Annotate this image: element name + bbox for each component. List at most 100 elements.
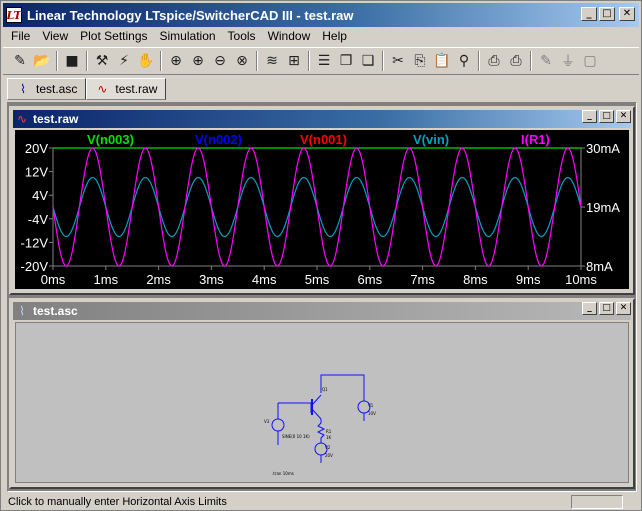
schematic-drawing[interactable]: Q1 R1 V1 V2 V3 .tran 10ms SINE(0 10 1K) …: [16, 323, 632, 486]
menu-bar: File View Plot Settings Simulation Tools…: [5, 28, 353, 46]
find-icon[interactable]: ⚲: [453, 50, 475, 72]
x-tick-label: 8ms: [463, 272, 488, 287]
schematic-window-title: test.asc: [33, 304, 78, 318]
minimize-button[interactable]: _: [582, 302, 597, 315]
y-right-tick-label: 30mA: [586, 141, 620, 156]
toolbar-separator: [256, 51, 258, 71]
schematic-label-q1: Q1: [322, 387, 328, 392]
close-button[interactable]: ✕: [619, 7, 635, 21]
run-icon[interactable]: ⚡: [113, 50, 135, 72]
trace-label-vn002[interactable]: V(n002): [195, 132, 242, 147]
waveform-window[interactable]: ∿ test.raw _ □ ✕ V(n003) V(n002) V(n001) V(…: [9, 106, 635, 295]
y-left-tick-label: -4V: [28, 212, 49, 227]
ground-icon[interactable]: ⏚: [557, 50, 579, 72]
x-tick-label: 3ms: [199, 272, 224, 287]
menu-simulation[interactable]: Simulation: [154, 28, 222, 46]
draw-wire-icon[interactable]: ✎: [535, 50, 557, 72]
waveform-icon: ∿: [97, 82, 108, 96]
maximize-button[interactable]: □: [599, 7, 615, 21]
status-text: Click to manually enter Horizontal Axis …: [8, 496, 227, 508]
new-schematic-icon[interactable]: ✎: [9, 50, 31, 72]
ltspice-window: LT Linear Technology LTspice/SwitcherCAD…: [0, 0, 642, 511]
zoom-in-icon[interactable]: ⊕: [187, 50, 209, 72]
toolbar-separator: [86, 51, 88, 71]
schematic-label-v3: V3: [264, 419, 270, 424]
copy-icon[interactable]: ⎘: [409, 50, 431, 72]
schematic-label-v2: V2: [325, 445, 331, 450]
title-bar[interactable]: LT Linear Technology LTspice/SwitcherCAD…: [3, 3, 639, 27]
close-button[interactable]: ✕: [616, 110, 631, 123]
component-icon[interactable]: ▢: [579, 50, 601, 72]
control-panel-icon[interactable]: ⚒: [91, 50, 113, 72]
menu-view[interactable]: View: [36, 28, 74, 46]
schematic-label-1k: 1K: [326, 435, 332, 440]
tab-test-asc[interactable]: ⌇ test.asc: [7, 78, 87, 100]
x-tick-label: 6ms: [358, 272, 383, 287]
document-tabs: ⌇ test.asc ∿ test.raw: [7, 78, 167, 100]
x-tick-label: 2ms: [146, 272, 171, 287]
x-tick-label: 1ms: [94, 272, 119, 287]
trace-label-ir1[interactable]: I(R1): [521, 132, 550, 147]
save-icon[interactable]: ■: [61, 50, 83, 72]
tab-label: test.raw: [115, 82, 158, 96]
schematic-window[interactable]: ⌇ test.asc _ □ ✕ Q1 R1 V1 V2 V3 .tran 10…: [9, 298, 635, 489]
y-left-tick-label: 20V: [25, 141, 48, 156]
toolbar-separator: [160, 51, 162, 71]
schematic-icon: ⌇: [20, 82, 26, 96]
window-title: Linear Technology LTspice/SwitcherCAD II…: [27, 7, 354, 23]
ltspice-app-icon[interactable]: LT: [6, 7, 22, 23]
menu-help[interactable]: Help: [316, 28, 353, 46]
trace-label-vn003[interactable]: V(n003): [87, 132, 134, 147]
close-all-icon[interactable]: ❏: [357, 50, 379, 72]
toolbar-separator: [530, 51, 532, 71]
zoom-out-icon[interactable]: ⊖: [209, 50, 231, 72]
trace-label-vn001[interactable]: V(n001): [300, 132, 347, 147]
menu-file[interactable]: File: [5, 28, 36, 46]
halt-icon[interactable]: ✋: [135, 50, 157, 72]
minimize-button[interactable]: _: [582, 110, 597, 123]
waveform-icon: ∿: [16, 112, 28, 126]
schematic-window-title-bar[interactable]: ⌇ test.asc: [13, 302, 631, 320]
menu-tools[interactable]: Tools: [222, 28, 262, 46]
autorange-icon[interactable]: ≋: [261, 50, 283, 72]
tab-test-raw[interactable]: ∿ test.raw: [86, 78, 167, 100]
pick-traces-icon[interactable]: ⊞: [283, 50, 305, 72]
waveform-plot-pane[interactable]: V(n003) V(n002) V(n001) V(vin) I(R1) 20V 12V 4V…: [15, 130, 629, 289]
trace-label-vvin[interactable]: V(vin): [413, 132, 449, 147]
schematic-label-10v: 10V: [368, 411, 376, 416]
y-left-tick-label: 12V: [25, 165, 48, 180]
cascade-icon[interactable]: ❐: [335, 50, 357, 72]
series-ir1: [52, 147, 582, 267]
toolbar: ✎ 📂 ■ ⚒ ⚡ ✋ ⊕ ⊕ ⊖ ⊗ ≋ ⊞ ☰ ❐ ❏ ✂ ⎘ 📋 ⚲ ⎙ …: [3, 47, 639, 75]
print-icon[interactable]: ⎙: [505, 50, 527, 72]
y-right-tick-label: 19mA: [586, 200, 620, 215]
maximize-button[interactable]: □: [599, 302, 614, 315]
close-button[interactable]: ✕: [616, 302, 631, 315]
zoom-area-icon[interactable]: ⊕: [165, 50, 187, 72]
waveform-window-controls: _ □ ✕: [582, 110, 631, 123]
schematic-window-controls: _ □ ✕: [582, 302, 631, 315]
zoom-cancel-icon[interactable]: ⊗: [231, 50, 253, 72]
open-icon[interactable]: 📂: [31, 50, 53, 72]
schematic-label-20v: 20V: [325, 453, 333, 458]
maximize-button[interactable]: □: [599, 110, 614, 123]
paste-icon[interactable]: 📋: [431, 50, 453, 72]
waveform-window-title-bar[interactable]: ∿ test.raw: [13, 110, 631, 128]
toolbar-separator: [382, 51, 384, 71]
schematic-canvas[interactable]: Q1 R1 V1 V2 V3 .tran 10ms SINE(0 10 1K) …: [15, 322, 629, 483]
status-bar: Click to manually enter Horizontal Axis …: [3, 494, 639, 510]
schematic-wires: [271, 374, 371, 463]
tile-horizontal-icon[interactable]: ☰: [313, 50, 335, 72]
waveform-chart[interactable]: V(n003) V(n002) V(n001) V(vin) I(R1) 20V 12V 4V…: [15, 130, 629, 291]
waveform-window-title: test.raw: [33, 112, 79, 126]
mdi-client-area: ∿ test.raw _ □ ✕ V(n003) V(n002) V(n001) V(…: [7, 102, 637, 492]
cut-icon[interactable]: ✂: [387, 50, 409, 72]
print-preview-icon[interactable]: ⎙: [483, 50, 505, 72]
toolbar-separator: [56, 51, 58, 71]
schematic-icon: ⌇: [19, 304, 25, 318]
minimize-button[interactable]: _: [581, 7, 597, 21]
menu-window[interactable]: Window: [262, 28, 317, 46]
menu-plot-settings[interactable]: Plot Settings: [74, 28, 153, 46]
y-left-tick-label: 4V: [32, 188, 48, 203]
x-tick-label: 5ms: [305, 272, 330, 287]
